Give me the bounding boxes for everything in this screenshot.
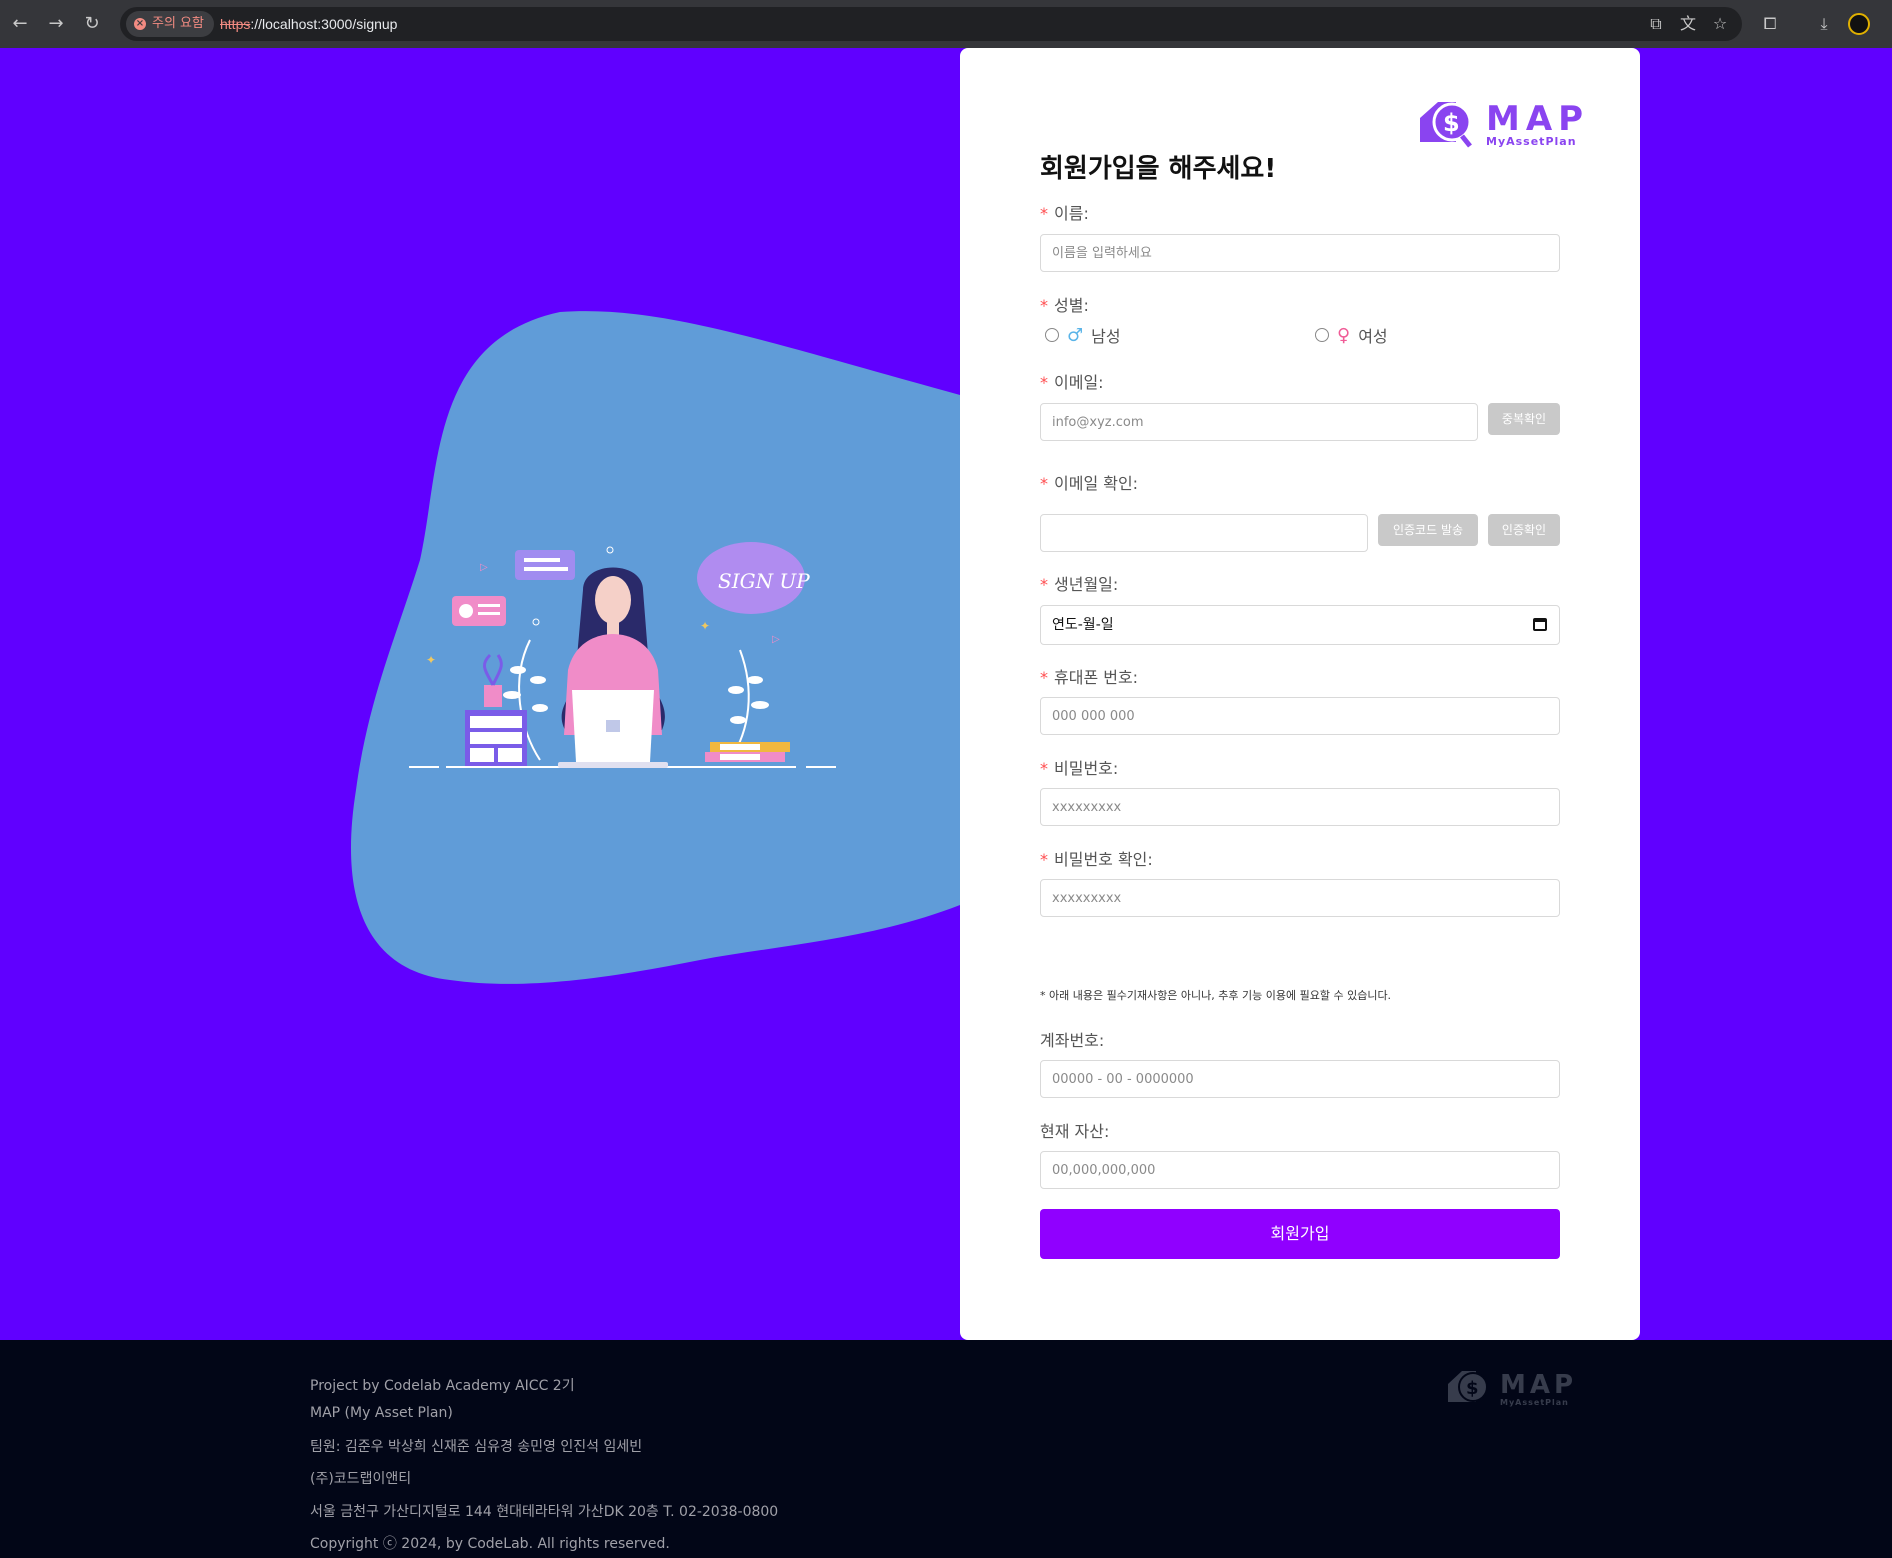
radio-button[interactable]: [1045, 328, 1059, 342]
male-icon: ♂: [1067, 324, 1084, 346]
phone-input[interactable]: [1040, 697, 1560, 735]
install-app-icon[interactable]: ⧉: [1644, 12, 1668, 36]
name-label-text: 이름:: [1054, 204, 1089, 223]
footer-line: (주)코드랩이앤티: [310, 1471, 412, 1487]
email-label-text: 이메일:: [1054, 373, 1104, 392]
current-assets-input[interactable]: [1040, 1151, 1560, 1189]
birthdate-placeholder: 연도-월-일: [1052, 617, 1114, 633]
url-path: ://localhost:3000/signup: [250, 16, 398, 32]
logo-name: MAP: [1486, 99, 1589, 139]
password-input[interactable]: [1040, 788, 1560, 826]
email-label: * 이메일:: [1040, 369, 1104, 393]
footer-line: MAP (My Asset Plan): [310, 1405, 453, 1421]
footer: [0, 1340, 1892, 1558]
svg-text:$: $: [1443, 109, 1460, 137]
security-warning-chip[interactable]: × 주의 요함: [126, 11, 214, 37]
calendar-icon[interactable]: [1533, 618, 1547, 631]
account-label: 계좌번호:: [1040, 1031, 1105, 1050]
download-icon[interactable]: ⤓: [1812, 12, 1836, 36]
required-mark: *: [1040, 204, 1048, 223]
email-input[interactable]: [1040, 403, 1478, 441]
footer-logo-tagline: MyAssetPlan: [1500, 1398, 1569, 1407]
name-input[interactable]: [1040, 234, 1560, 272]
browser-toolbar: ← → ↻ × 주의 요함 https://localhost:3000/sig…: [0, 0, 1892, 48]
address-bar[interactable]: × 주의 요함 https://localhost:3000/signup ⧉ …: [120, 7, 1742, 41]
forward-icon[interactable]: →: [44, 12, 68, 36]
gender-option-male[interactable]: ♂ 남성: [1045, 323, 1121, 347]
password-confirm-label-text: 비밀번호 확인:: [1054, 850, 1153, 869]
map-logo: $ MAP MyAssetPlan: [1420, 99, 1589, 148]
gender-option-label: 남성: [1091, 327, 1121, 346]
footer-line: Project by Codelab Academy AICC 2기: [310, 1378, 575, 1394]
email-verify-label: * 이메일 확인:: [1040, 470, 1138, 494]
phone-label-text: 휴대폰 번호:: [1054, 668, 1139, 687]
password-label-text: 비밀번호:: [1054, 759, 1119, 778]
password-confirm-label: * 비밀번호 확인:: [1040, 846, 1153, 870]
warning-icon: ×: [134, 18, 146, 30]
required-mark: *: [1040, 850, 1048, 869]
required-mark: *: [1040, 474, 1048, 493]
optional-note: * 아래 내용은 필수기재사항은 아니나, 추후 기능 이용에 필요할 수 있습…: [1040, 989, 1392, 1002]
female-icon: ♀: [1337, 324, 1351, 346]
footer-logo-name: MAP: [1500, 1370, 1577, 1400]
assets-label: 현재 자산:: [1040, 1122, 1110, 1141]
gender-label: * 성별:: [1040, 292, 1089, 316]
birthdate-input[interactable]: 연도-월-일: [1040, 605, 1560, 645]
page-title: 회원가입을 해주세요!: [1040, 154, 1277, 184]
svg-text:$: $: [1466, 1378, 1479, 1399]
password-confirm-input[interactable]: [1040, 879, 1560, 917]
svg-text:▷: ▷: [480, 562, 488, 573]
profile-avatar[interactable]: [1848, 13, 1870, 35]
back-icon[interactable]: ←: [8, 12, 32, 36]
verify-code-button[interactable]: 인증확인: [1488, 514, 1560, 546]
footer-map-logo: $ MAP MyAssetPlan: [1448, 1370, 1577, 1407]
required-mark: *: [1040, 575, 1048, 594]
required-mark: *: [1040, 668, 1048, 687]
phone-label: * 휴대폰 번호:: [1040, 664, 1138, 688]
gender-option-female[interactable]: ♀ 여성: [1315, 323, 1388, 347]
gender-option-label: 여성: [1358, 327, 1388, 346]
bookmark-star-icon[interactable]: ☆: [1708, 12, 1732, 36]
logo-tagline: MyAssetPlan: [1486, 135, 1577, 148]
reload-icon[interactable]: ↻: [80, 12, 104, 36]
gender-label-text: 성별:: [1054, 296, 1089, 315]
required-mark: *: [1040, 373, 1048, 392]
svg-text:✦: ✦: [426, 653, 436, 667]
name-label: * 이름:: [1040, 200, 1089, 224]
security-label: 주의 요함: [152, 16, 204, 31]
svg-text:▷: ▷: [772, 634, 780, 645]
required-mark: *: [1040, 296, 1048, 315]
sign-up-bubble-text: SIGN UP: [718, 569, 810, 593]
svg-text:✦: ✦: [700, 619, 710, 633]
radio-button[interactable]: [1315, 328, 1329, 342]
password-label: * 비밀번호:: [1040, 755, 1118, 779]
signup-illustration: SIGN UP ✦ ✦ ▷ ▷: [409, 542, 836, 768]
account-number-input[interactable]: [1040, 1060, 1560, 1098]
birth-label: * 생년월일:: [1040, 571, 1118, 595]
signup-submit-button[interactable]: 회원가입: [1040, 1209, 1560, 1259]
footer-line: 팀원: 김준우 박상희 신재준 심유경 송민영 인진석 임세빈: [310, 1439, 643, 1455]
email-verify-label-text: 이메일 확인:: [1054, 474, 1139, 493]
translate-icon[interactable]: 文: [1676, 12, 1700, 36]
url-protocol: https: [220, 16, 251, 32]
url-text[interactable]: https://localhost:3000/signup: [220, 7, 397, 41]
required-mark: *: [1040, 759, 1048, 778]
birth-label-text: 생년월일:: [1054, 575, 1119, 594]
verification-code-input[interactable]: [1040, 514, 1368, 552]
extensions-icon[interactable]: ⧠: [1758, 12, 1782, 36]
footer-line: Copyright ⓒ 2024, by CodeLab. All rights…: [310, 1536, 670, 1552]
email-duplicate-check-button[interactable]: 중복확인: [1488, 403, 1560, 435]
footer-line: 서울 금천구 가산디지털로 144 현대테라타워 가산DK 20층 T. 02-…: [310, 1504, 779, 1520]
send-code-button[interactable]: 인증코드 발송: [1378, 514, 1478, 546]
